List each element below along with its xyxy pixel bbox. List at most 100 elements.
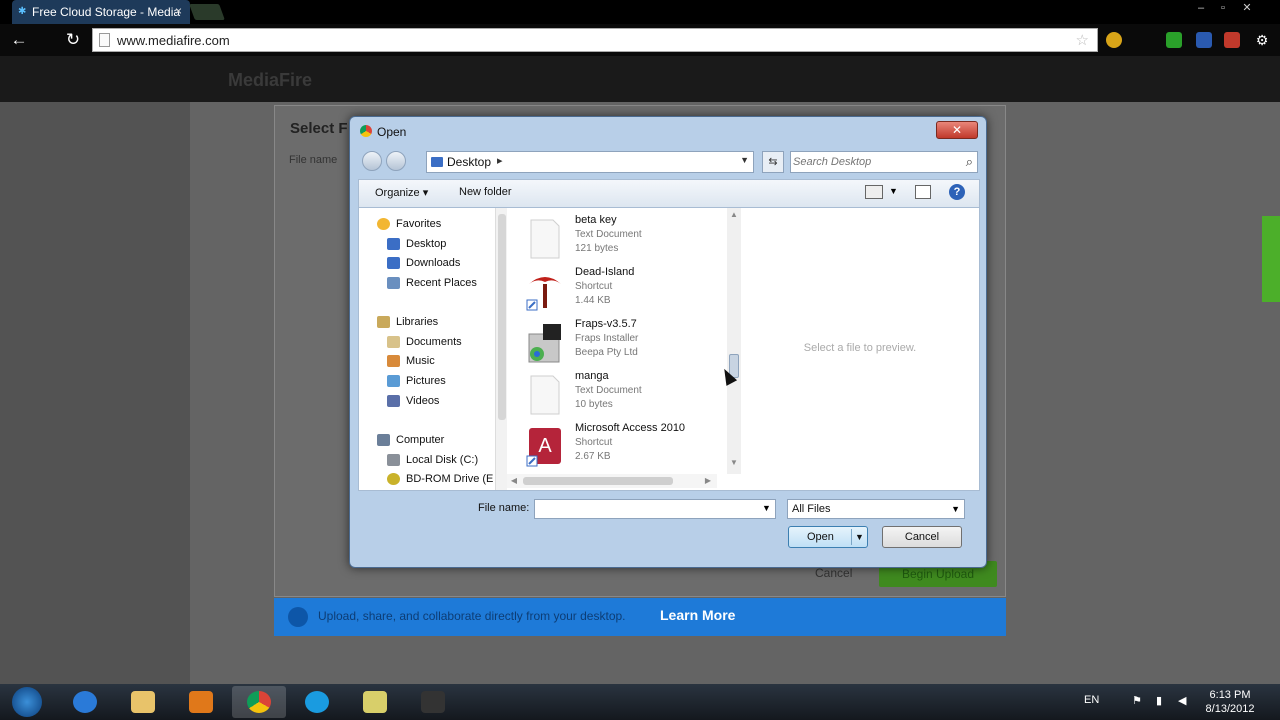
taskbar-clock[interactable]: 6:13 PM 8/13/2012	[1200, 688, 1260, 716]
scroll-left-arrow-icon[interactable]: ◀	[509, 476, 519, 486]
file-name: Microsoft Access 2010	[575, 422, 686, 434]
refresh-icon[interactable]: ⇆	[762, 151, 784, 173]
search-box[interactable]: ⌕	[790, 151, 978, 173]
open-button[interactable]: Open ▼	[788, 526, 868, 548]
preview-placeholder: Select a file to preview.	[803, 342, 917, 354]
file-list-hscrollbar[interactable]: ◀ ▶	[507, 474, 717, 488]
new-folder-button[interactable]: New folder	[459, 186, 512, 198]
view-dropdown-icon[interactable]: ▼	[889, 186, 898, 196]
media-player-icon	[189, 691, 213, 713]
navigation-scroll-thumb[interactable]	[498, 214, 506, 420]
open-split-dropdown-icon[interactable]: ▼	[855, 527, 864, 547]
breadcrumb-dropdown-icon[interactable]: ▼	[740, 155, 749, 165]
taskbar-chrome[interactable]	[232, 686, 286, 718]
breadcrumb-desktop[interactable]: Desktop	[447, 155, 491, 169]
file-name-dropdown-icon[interactable]: ▼	[762, 503, 771, 513]
taskbar-recorder[interactable]	[406, 686, 460, 718]
file-type: Fraps Installer	[575, 333, 639, 344]
taskbar-notes[interactable]	[348, 686, 402, 718]
chrome-icon	[360, 125, 372, 137]
file-type: Text Document	[575, 229, 642, 240]
organize-menu[interactable]: Organize ▾	[375, 186, 428, 199]
pictures-icon	[387, 375, 400, 387]
network-icon[interactable]: ▮	[1156, 694, 1162, 707]
skype-icon	[305, 691, 329, 713]
recent-places-icon	[387, 277, 400, 289]
navigation-pane: Favorites Desktop Downloads Recent Place…	[359, 208, 493, 490]
preview-pane-icon[interactable]	[915, 185, 931, 199]
mediafire-filename-label: File name	[289, 154, 338, 166]
desktop-icon	[387, 238, 400, 250]
bookmark-star-icon[interactable]: ☆	[1076, 31, 1089, 49]
access-shortcut-icon: A	[526, 428, 561, 467]
file-item-fraps[interactable]: Fraps-v3.5.7 Fraps Installer Beepa Pty L…	[509, 314, 729, 366]
mediafire-logo: MediaFire	[228, 70, 313, 90]
text-document-icon	[530, 219, 560, 259]
window-close-icon[interactable]: ✕	[1236, 0, 1258, 16]
search-input[interactable]	[793, 154, 953, 170]
preview-pane: Select a file to preview.	[741, 208, 979, 490]
extension-red-icon[interactable]	[1224, 32, 1240, 48]
mediafire-cancel-link[interactable]: Cancel	[815, 566, 852, 580]
file-item-dead-island[interactable]: Dead-Island Shortcut 1.44 KB	[509, 262, 729, 314]
action-center-flag-icon[interactable]: ⚑	[1132, 694, 1142, 707]
dialog-close-button[interactable]: ✕	[936, 121, 978, 139]
dialog-title: Open	[377, 125, 407, 139]
file-name-input[interactable]	[534, 499, 776, 519]
feedback-tab[interactable]	[1262, 216, 1280, 302]
url-text: www.mediafire.com	[117, 33, 230, 48]
extension-green-icon[interactable]	[1166, 32, 1182, 48]
browser-tab[interactable]: ✱ Free Cloud Storage - Media ×	[12, 0, 190, 24]
cancel-button[interactable]: Cancel	[882, 526, 962, 548]
new-tab-button[interactable]	[189, 4, 225, 20]
volume-icon[interactable]: ◀	[1178, 694, 1186, 707]
back-circle-icon[interactable]	[362, 151, 382, 171]
hscroll-thumb[interactable]	[523, 477, 673, 485]
desktop-app-banner: Upload, share, and collaborate directly …	[274, 598, 1006, 636]
extension-blue-icon[interactable]	[1196, 32, 1212, 48]
scroll-right-arrow-icon[interactable]: ▶	[703, 476, 713, 486]
folder-icon	[131, 691, 155, 713]
minimize-icon[interactable]: ‒	[1190, 0, 1212, 16]
location-breadcrumb[interactable]: Desktop ▸ ▼	[426, 151, 754, 173]
taskbar-skype[interactable]	[290, 686, 344, 718]
file-item-microsoft-access[interactable]: A Microsoft Access 2010 Shortcut 2.67 KB	[509, 418, 729, 470]
clock-time: 6:13 PM	[1209, 689, 1251, 701]
file-size: 10 bytes	[575, 399, 613, 410]
change-view-icon[interactable]	[865, 185, 883, 199]
navigation-scrollbar[interactable]	[495, 208, 507, 490]
address-bar[interactable]: www.mediafire.com ☆	[92, 28, 1098, 52]
file-list-scrollbar[interactable]: ▲ ▼	[727, 208, 741, 474]
language-indicator[interactable]: EN	[1084, 694, 1099, 706]
help-icon[interactable]: ?	[949, 184, 965, 200]
breadcrumb-separator-icon[interactable]: ▸	[497, 154, 503, 167]
tab-strip: ✱ Free Cloud Storage - Media × ‒ ▫ ✕	[0, 0, 1280, 24]
dialog-titlebar[interactable]: Open ✕	[350, 117, 986, 145]
taskbar-internet-explorer[interactable]	[58, 686, 112, 718]
file-type-filter[interactable]: All Files ▼	[787, 499, 965, 519]
file-type-filter-value: All Files	[792, 503, 831, 515]
start-button[interactable]	[12, 687, 42, 717]
file-item-beta-key[interactable]: beta key Text Document 121 bytes	[509, 210, 729, 262]
scroll-up-arrow-icon[interactable]: ▲	[729, 210, 739, 220]
file-type: Shortcut	[575, 437, 613, 448]
file-name-row: File name: ▼	[478, 499, 776, 521]
maximize-icon[interactable]: ▫	[1212, 0, 1234, 16]
back-icon[interactable]: ←	[8, 29, 30, 51]
tab-close-icon[interactable]: ×	[175, 4, 182, 18]
reload-icon[interactable]: ↻	[62, 29, 84, 51]
file-name: beta key	[575, 214, 617, 226]
mediafire-favicon-icon: ✱	[18, 6, 27, 17]
forward-circle-icon[interactable]	[386, 151, 406, 171]
learn-more-link[interactable]: Learn More	[660, 607, 735, 623]
scroll-down-arrow-icon[interactable]: ▼	[729, 458, 739, 468]
file-size: 2.67 KB	[575, 451, 611, 462]
file-size: 121 bytes	[575, 243, 619, 254]
taskbar-media-player[interactable]	[174, 686, 228, 718]
banner-icon	[288, 607, 308, 627]
file-item-manga[interactable]: manga Text Document 10 bytes	[509, 366, 729, 418]
dead-island-shortcut-icon	[526, 277, 561, 311]
wrench-icon[interactable]: ⚙	[1254, 32, 1270, 48]
extension-smiley-icon[interactable]	[1106, 32, 1122, 48]
taskbar-explorer[interactable]	[116, 686, 170, 718]
